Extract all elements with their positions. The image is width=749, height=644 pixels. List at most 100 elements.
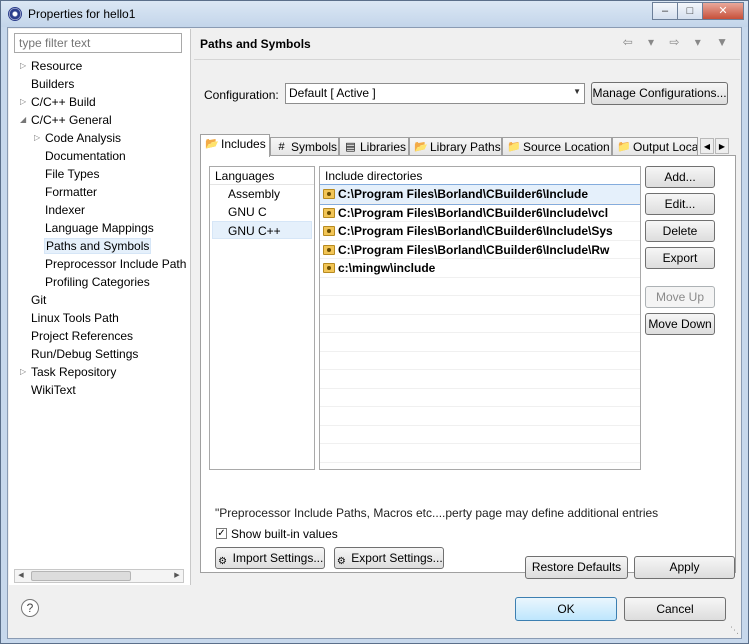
property-tree-panel: ▷ Resource Builders ▷ C/C++ Build ◢ C/C+…: [9, 29, 191, 585]
empty-row: [320, 370, 640, 389]
apply-button[interactable]: Apply: [634, 556, 735, 579]
empty-row: [320, 352, 640, 370]
cancel-button[interactable]: Cancel: [624, 597, 726, 621]
restore-defaults-button[interactable]: Restore Defaults: [525, 556, 628, 579]
window-controls: – □ ✕: [652, 2, 744, 20]
language-item-gnu-c[interactable]: GNU C: [210, 203, 314, 221]
empty-row: [320, 296, 640, 315]
source-folder-icon: 📁: [507, 141, 521, 153]
empty-row: [320, 389, 640, 407]
tab-scroll-left-icon[interactable]: ◀: [700, 138, 714, 154]
tree-item-documentation[interactable]: Documentation: [9, 147, 189, 165]
library-icon: ▤: [345, 141, 356, 153]
configuration-select[interactable]: Default [ Active ] ▼: [285, 83, 585, 104]
include-directories-table: Include directories C:\Program Files\Bor…: [319, 166, 641, 470]
ok-button[interactable]: OK: [515, 597, 617, 621]
manage-configurations-button[interactable]: Manage Configurations...: [591, 82, 728, 105]
tree-item-paths-and-symbols[interactable]: Paths and Symbols: [9, 237, 189, 255]
tab-symbols[interactable]: # Symbols: [270, 137, 339, 156]
tree-item-git[interactable]: Git: [9, 291, 189, 309]
collapse-arrow-icon[interactable]: ◢: [20, 111, 30, 129]
show-builtin-label: Show built-in values: [231, 527, 338, 541]
tree-item-task-repository[interactable]: ▷ Task Repository: [9, 363, 189, 381]
include-folder-icon: [323, 207, 335, 218]
minimize-button[interactable]: –: [652, 2, 678, 20]
maximize-button[interactable]: □: [677, 2, 703, 20]
languages-header: Languages: [210, 167, 314, 185]
preprocessor-note: "Preprocessor Include Paths, Macros etc.…: [215, 506, 659, 520]
export-icon: ⚙: [336, 556, 346, 567]
tab-libraries[interactable]: ▤ Libraries: [339, 137, 409, 156]
expand-arrow-icon[interactable]: ▷: [20, 93, 30, 111]
tree-item-wikitext[interactable]: WikiText: [9, 381, 189, 399]
move-down-button[interactable]: Move Down: [645, 313, 715, 335]
tree-item-file-types[interactable]: File Types: [9, 165, 189, 183]
eclipse-icon: [8, 7, 22, 21]
table-row[interactable]: C:\Program Files\Borland\CBuilder6\Inclu…: [320, 241, 640, 259]
tree-item-cpp-build[interactable]: ▷ C/C++ Build: [9, 93, 189, 111]
scrollbar-thumb[interactable]: [31, 571, 131, 581]
scroll-left-icon[interactable]: ◀: [15, 570, 27, 582]
empty-row: [320, 315, 640, 333]
tab-library-paths[interactable]: 📂 Library Paths: [409, 137, 502, 156]
import-icon: ⚙: [218, 556, 228, 567]
scroll-right-icon[interactable]: ▶: [171, 570, 183, 582]
expand-arrow-icon[interactable]: ▷: [34, 129, 44, 147]
table-row[interactable]: c:\mingw\include: [320, 259, 640, 278]
show-builtin-checkbox[interactable]: ✓: [216, 528, 227, 539]
table-row[interactable]: C:\Program Files\Borland\CBuilder6\Inclu…: [320, 204, 640, 222]
tree-item-run-debug-settings[interactable]: Run/Debug Settings: [9, 345, 189, 363]
help-icon[interactable]: ?: [21, 599, 39, 617]
empty-row: [320, 278, 640, 296]
tree-item-cpp-general[interactable]: ◢ C/C++ General: [9, 111, 189, 129]
dialog-body: ▷ Resource Builders ▷ C/C++ Build ◢ C/C+…: [7, 27, 742, 639]
language-item-assembly[interactable]: Assembly: [210, 185, 314, 203]
tree-item-resource[interactable]: ▷ Resource: [9, 57, 189, 75]
filter-input[interactable]: [14, 33, 182, 53]
tree-item-language-mappings[interactable]: Language Mappings: [9, 219, 189, 237]
expand-arrow-icon[interactable]: ▷: [20, 363, 30, 381]
hash-icon: #: [278, 141, 285, 153]
resize-grip-icon[interactable]: ⋱: [730, 625, 739, 636]
export-button[interactable]: Export: [645, 247, 715, 269]
folder-icon: 📂: [414, 141, 428, 153]
table-row[interactable]: C:\Program Files\Borland\CBuilder6\Inclu…: [320, 222, 640, 241]
add-button[interactable]: Add...: [645, 166, 715, 188]
output-folder-icon: 📁: [617, 141, 631, 153]
export-settings-button[interactable]: ⚙ Export Settings...: [334, 547, 444, 569]
empty-row: [320, 463, 640, 470]
delete-button[interactable]: Delete: [645, 220, 715, 242]
edit-button[interactable]: Edit...: [645, 193, 715, 215]
tree-item-formatter[interactable]: Formatter: [9, 183, 189, 201]
include-folder-icon: [323, 263, 335, 273]
expand-arrow-icon[interactable]: ▷: [20, 57, 30, 75]
tree-item-code-analysis[interactable]: ▷ Code Analysis: [9, 129, 189, 147]
tree-item-project-references[interactable]: Project References: [9, 327, 189, 345]
tab-source-location[interactable]: 📁 Source Location: [502, 137, 612, 156]
move-up-button[interactable]: Move Up: [645, 286, 715, 308]
page-navigation-arrows[interactable]: ⇦ ▾ ⇨ ▾ ▼: [623, 35, 734, 49]
tree-horizontal-scrollbar[interactable]: ◀ ▶: [14, 569, 184, 583]
include-folder-icon: [323, 226, 335, 236]
tab-output-location[interactable]: 📁 Output Loca: [612, 137, 698, 156]
import-settings-button[interactable]: ⚙ Import Settings...: [215, 547, 325, 569]
table-row[interactable]: C:\Program Files\Borland\CBuilder6\Inclu…: [320, 184, 640, 205]
title-bar[interactable]: Properties for hello1 – □ ✕: [1, 1, 748, 27]
tab-scroll-right-icon[interactable]: ▶: [715, 138, 729, 154]
tab-bar: 📂 Includes # Symbols ▤ Libraries 📂 Libra…: [200, 134, 734, 157]
tree-item-builders[interactable]: Builders: [9, 75, 189, 93]
include-folder-icon: [323, 244, 335, 255]
tree-item-profiling-categories[interactable]: Profiling Categories: [9, 273, 189, 291]
tab-includes[interactable]: 📂 Includes: [200, 134, 270, 157]
include-directories-header: Include directories: [320, 167, 640, 185]
empty-row: [320, 426, 640, 444]
tree-item-indexer[interactable]: Indexer: [9, 201, 189, 219]
languages-list: Languages Assembly GNU C GNU C++: [209, 166, 315, 470]
window-title: Properties for hello1: [28, 7, 136, 21]
close-button[interactable]: ✕: [702, 2, 744, 20]
tree-item-preprocessor-include-path[interactable]: Preprocessor Include Path: [9, 255, 189, 273]
tree-item-linux-tools-path[interactable]: Linux Tools Path: [9, 309, 189, 327]
page-title: Paths and Symbols: [200, 37, 311, 51]
configuration-label: Configuration:: [204, 88, 279, 102]
language-item-gnu-cpp[interactable]: GNU C++: [212, 221, 312, 239]
